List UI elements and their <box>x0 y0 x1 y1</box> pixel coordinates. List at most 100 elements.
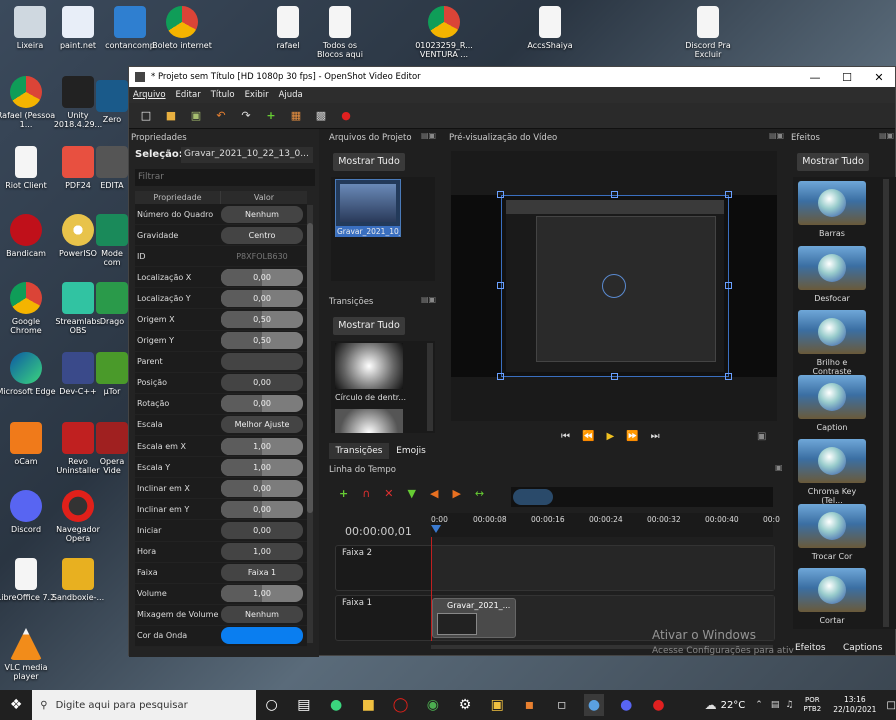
property-value[interactable]: 1,00 <box>221 458 303 476</box>
playhead-line[interactable] <box>431 537 432 641</box>
transform-handle-tl[interactable] <box>497 191 504 198</box>
windows-start-icon[interactable]: ❖ <box>6 694 26 716</box>
timeline-clip[interactable]: Gravar_2021_... <box>432 598 516 638</box>
tab-effects[interactable]: Efeitos <box>795 643 826 653</box>
effects-show-all-button[interactable]: Mostrar Tudo <box>797 153 869 171</box>
openshot-icon[interactable]: ● <box>583 694 605 716</box>
property-row[interactable]: Rotação 0,00 <box>135 393 307 415</box>
record-icon[interactable]: ● <box>339 109 353 123</box>
center-playhead-icon[interactable]: ↔ <box>475 487 484 500</box>
property-row[interactable]: Origem Y 0,50 <box>135 330 307 352</box>
transform-handle-mr[interactable] <box>725 282 732 289</box>
desktop-icon-zero[interactable]: Zero <box>92 80 132 124</box>
desktop-icon-accsshaiya[interactable]: AccsShaiya <box>520 6 580 50</box>
property-row[interactable]: Cor da Onda <box>135 625 307 647</box>
transform-handle-bl[interactable] <box>497 373 504 380</box>
temperature[interactable]: 22°C <box>721 700 746 711</box>
property-row[interactable]: Inclinar em Y 0,00 <box>135 499 307 521</box>
dock-float-icon[interactable]: ▤▣ <box>879 131 894 140</box>
camera-icon[interactable]: ▣ <box>757 431 766 442</box>
weather-icon[interactable]: ☁ <box>705 698 717 712</box>
new-file-icon[interactable]: □ <box>139 109 153 123</box>
project-files-show-all-button[interactable]: Mostrar Tudo <box>333 153 405 171</box>
effect-item[interactable]: Brilho e Contraste <box>797 310 867 376</box>
effects-scrollbar[interactable] <box>883 179 889 627</box>
chrome-icon[interactable]: ◉ <box>423 694 443 716</box>
tab-transitions[interactable]: Transições <box>329 443 389 459</box>
property-row[interactable]: Localização Y 0,00 <box>135 288 307 310</box>
desktop-icon-edita[interactable]: EDITA <box>92 146 132 190</box>
app-icon[interactable]: ● <box>648 694 668 716</box>
effect-item[interactable]: Barras <box>797 181 867 238</box>
transform-handle-br[interactable] <box>725 373 732 380</box>
track-faixa-2[interactable]: Faixa 2 <box>335 545 775 591</box>
undo-icon[interactable]: ↶ <box>214 109 228 123</box>
task-view-icon[interactable]: ▤ <box>294 694 314 716</box>
opera-icon[interactable]: ◯ <box>390 694 410 716</box>
title-bar[interactable]: * Projeto sem Título [HD 1080p 30 fps] -… <box>129 67 895 87</box>
menu-exibir[interactable]: Exibir <box>245 90 269 100</box>
menu-titulo[interactable]: Título <box>211 90 235 100</box>
filter-input[interactable]: Filtrar <box>135 169 315 186</box>
tab-emojis[interactable]: Emojis <box>391 443 431 459</box>
crosshair-icon[interactable] <box>602 274 626 298</box>
property-value[interactable]: 0,50 <box>221 332 303 350</box>
selection-dropdown[interactable]: Gravar_2021_10_22_13_0... <box>181 147 313 163</box>
property-value[interactable]: 0,00 <box>221 268 303 286</box>
settings-gear-icon[interactable]: ⚙ <box>455 694 475 716</box>
desktop-icon-utorrent[interactable]: µTor <box>92 352 132 396</box>
desktop-icon-paintnet[interactable]: paint.net <box>48 6 108 50</box>
jump-end-icon[interactable]: ⏭ <box>651 431 660 442</box>
redo-icon[interactable]: ↷ <box>239 109 253 123</box>
add-track-icon[interactable]: + <box>339 487 348 500</box>
property-value[interactable]: Centro <box>221 226 303 244</box>
transitions-show-all-button[interactable]: Mostrar Tudo <box>333 317 405 335</box>
menu-ajuda[interactable]: Ajuda <box>279 90 303 100</box>
transform-handle-bc[interactable] <box>611 373 618 380</box>
desktop-icon-opera-video[interactable]: Opera Vide <box>92 422 132 475</box>
property-row[interactable]: Escala Melhor Ajuste <box>135 414 307 437</box>
property-value[interactable]: 0,00 <box>221 479 303 497</box>
property-row[interactable]: Posição 0,00 <box>135 372 307 394</box>
desktop-icon-boleto[interactable]: Boleto internet <box>152 6 212 50</box>
property-value[interactable]: Melhor Ajuste <box>221 416 303 434</box>
property-row[interactable]: Escala em X 1,00 <box>135 436 307 458</box>
transform-handle-tr[interactable] <box>725 191 732 198</box>
effect-item[interactable]: Trocar Cor <box>797 503 867 561</box>
playhead-marker-icon[interactable] <box>431 525 441 533</box>
dock-float-icon[interactable]: ▤▣ <box>421 131 436 140</box>
transform-handle-ml[interactable] <box>497 282 504 289</box>
zoom-slider-range[interactable] <box>513 489 553 505</box>
transition-thumbnail[interactable] <box>335 343 403 389</box>
property-row[interactable]: Iniciar 0,00 <box>135 520 307 542</box>
property-value[interactable]: 0,00 <box>221 395 303 413</box>
desktop-icon-sandboxie[interactable]: Sandboxie-... <box>48 558 108 602</box>
prev-marker-icon[interactable]: ◀ <box>430 487 438 500</box>
menu-editar[interactable]: Editar <box>176 90 201 100</box>
desktop-icon-rafael[interactable]: rafael <box>258 6 318 50</box>
close-button[interactable]: ✕ <box>863 71 895 84</box>
property-value[interactable]: 1,00 <box>221 437 303 455</box>
add-icon[interactable]: + <box>264 109 278 123</box>
property-value[interactable]: 0,50 <box>221 311 303 329</box>
property-value[interactable]: 1,00 <box>221 543 303 561</box>
property-value[interactable]: P8XFOLB630 <box>221 248 303 265</box>
column-header-value[interactable]: Valor <box>221 191 307 204</box>
file-manager-icon[interactable]: ▣ <box>487 694 507 716</box>
dock-float-icon[interactable]: ▤▣ <box>421 295 436 304</box>
save-icon[interactable]: ▣ <box>189 109 203 123</box>
track-body[interactable] <box>432 546 774 590</box>
desktop-icon-opera[interactable]: Navegador Opera <box>48 490 108 543</box>
preview-clip-frame[interactable] <box>501 195 729 377</box>
property-row[interactable]: Parent <box>135 351 307 373</box>
maximize-button[interactable]: ☐ <box>831 71 863 84</box>
film-icon[interactable]: ▦ <box>289 109 303 123</box>
zoom-slider[interactable] <box>511 487 773 507</box>
discord-icon[interactable]: ● <box>616 694 636 716</box>
desktop-icon-discord-excluir[interactable]: Discord Pra Excluir <box>678 6 738 59</box>
property-value[interactable] <box>221 353 303 371</box>
effect-item[interactable]: Chroma Key (Tel... <box>797 439 867 505</box>
tab-captions[interactable]: Captions <box>843 643 882 653</box>
property-row[interactable]: Inclinar em X 0,00 <box>135 478 307 500</box>
video-file-thumbnail[interactable]: Gravar_2021_10_... <box>335 179 401 237</box>
